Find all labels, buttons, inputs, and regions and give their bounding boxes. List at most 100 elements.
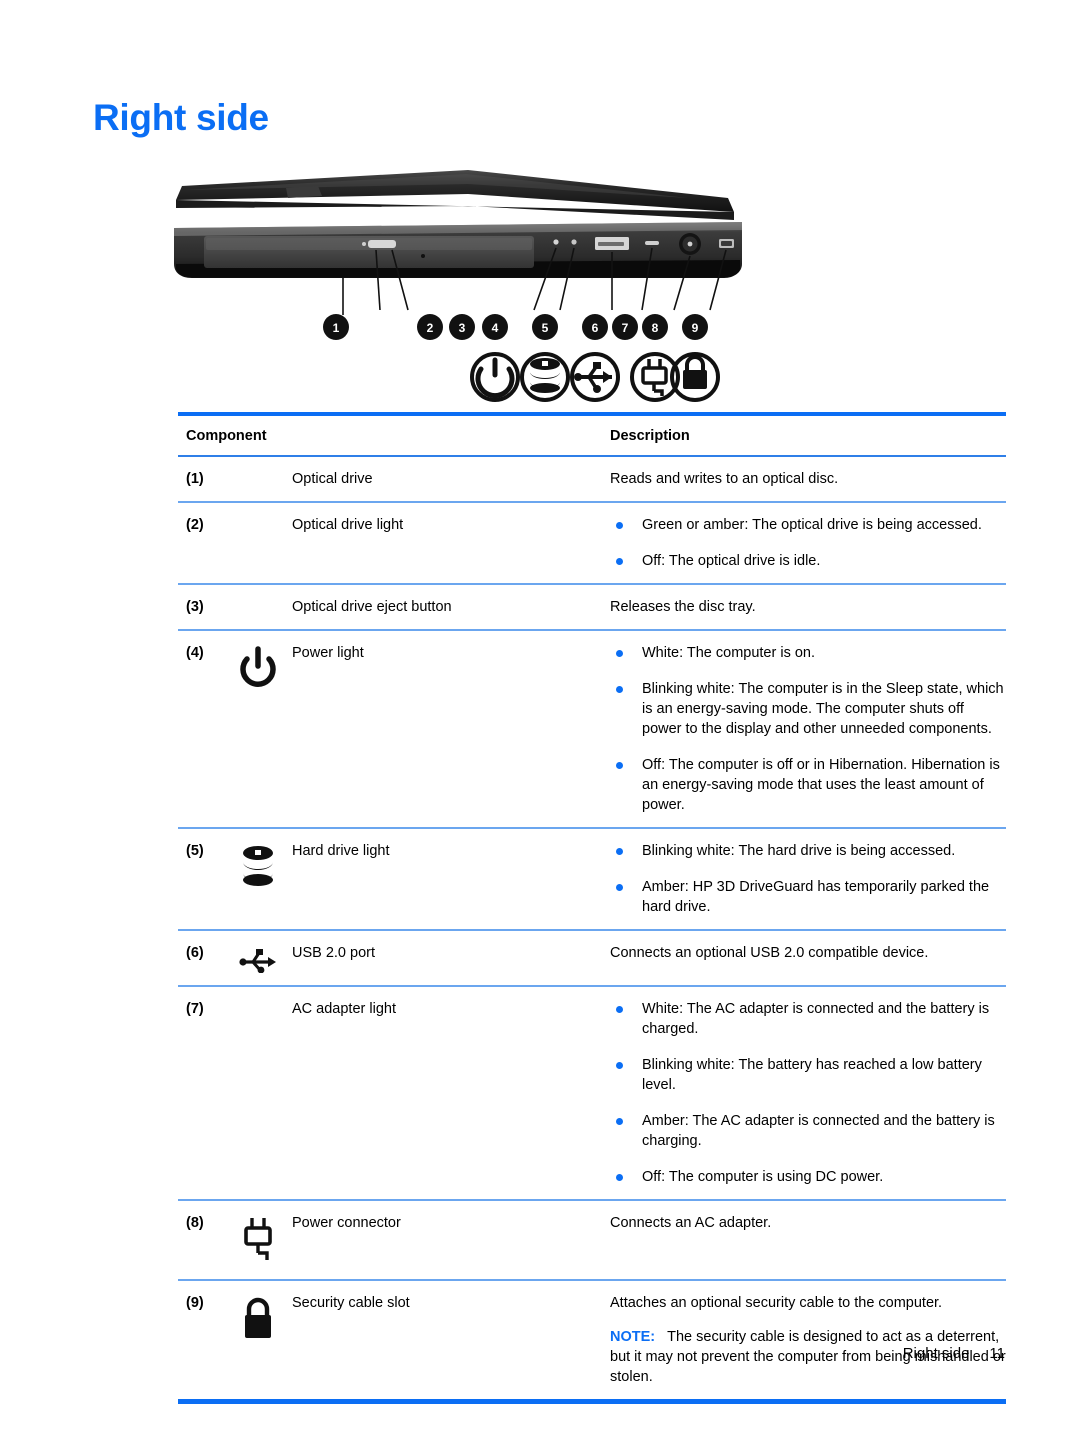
power-icon [240, 646, 276, 687]
component-description: Releases the disc tray. [610, 599, 756, 615]
document-page: Right side 1 2 3 4 5 6 7 8 9 Component D… [0, 0, 1080, 1437]
table-row: (1) Optical drive Reads and writes to an… [178, 457, 1006, 501]
component-name: Hard drive light [292, 843, 390, 859]
bullet-dot-icon [616, 1006, 623, 1013]
bullet-item: Amber: The AC adapter is connected and t… [610, 1111, 1006, 1151]
component-name: AC adapter light [292, 1001, 396, 1017]
svg-text:1: 1 [333, 321, 340, 335]
description-bullet-list: Green or amber: The optical drive is bei… [610, 515, 1006, 571]
component-name: Optical drive eject button [292, 599, 452, 615]
row-icon [224, 841, 292, 891]
svg-text:9: 9 [692, 321, 699, 335]
description-bullet-list: White: The computer is on. Blinking whit… [610, 643, 1006, 815]
footer-page-number: 11 [989, 1345, 1005, 1362]
row-number: (9) [186, 1295, 204, 1311]
table-bottom-rule [178, 1399, 1006, 1404]
component-description: Blinking white: The hard drive is being … [610, 841, 1006, 917]
page-footer: Right side 11 [0, 1345, 1005, 1362]
components-table: Component Description (1) Optical drive … [178, 412, 1006, 1404]
laptop-right-side-illustration: 1 2 3 4 5 6 7 8 9 [168, 160, 748, 410]
row-icon [224, 1293, 292, 1347]
row-icon [224, 1213, 292, 1267]
bullet-dot-icon [616, 650, 623, 657]
table-header-row: Component Description [178, 416, 1006, 455]
bullet-text: Blinking white: The computer is in the S… [642, 681, 1004, 737]
bullet-text: Amber: The AC adapter is connected and t… [642, 1113, 995, 1149]
row-number: (6) [186, 945, 204, 961]
row-icon [224, 999, 292, 1001]
bullet-dot-icon [616, 884, 623, 891]
bullet-dot-icon [616, 558, 623, 565]
row-icon [224, 469, 292, 471]
laptop-photo-svg: 1 2 3 4 5 6 7 8 9 [174, 170, 742, 402]
row-icon [224, 643, 292, 693]
bullet-text: Amber: HP 3D DriveGuard has temporarily … [642, 879, 990, 915]
svg-text:8: 8 [652, 321, 659, 335]
table-row: (5) Hard drive light Blinking white: The… [178, 829, 1006, 929]
row-icon [224, 597, 292, 599]
bullet-item: Amber: HP 3D DriveGuard has temporarily … [610, 877, 1006, 917]
svg-text:6: 6 [592, 321, 599, 335]
component-name: Optical drive [292, 471, 373, 487]
component-name: Power light [292, 645, 364, 661]
bullet-dot-icon [616, 522, 623, 529]
column-header-component: Component [186, 428, 267, 444]
bullet-item: Green or amber: The optical drive is bei… [610, 515, 1006, 535]
table-row: (6) USB 2.0 port Connects an optional US… [178, 931, 1006, 985]
column-header-description: Description [610, 428, 690, 444]
component-description: Connects an AC adapter. [610, 1215, 772, 1231]
table-row: (7) AC adapter light White: The AC adapt… [178, 987, 1006, 1199]
hard-drive-icon-legend [520, 352, 570, 402]
svg-text:4: 4 [492, 321, 499, 335]
bullet-dot-icon [616, 848, 623, 855]
bullet-text: White: The computer is on. [642, 645, 816, 661]
component-name: Optical drive light [292, 517, 404, 533]
svg-text:7: 7 [622, 321, 629, 335]
power-icon-legend [470, 352, 520, 402]
component-description: White: The AC adapter is connected and t… [610, 999, 1006, 1187]
table-row: (3) Optical drive eject button Releases … [178, 585, 1006, 629]
power-connector-icon [244, 1218, 272, 1260]
page-title: Right side [93, 97, 269, 138]
row-number: (2) [186, 517, 204, 533]
bullet-dot-icon [616, 1062, 623, 1069]
component-name: Power connector [292, 1215, 401, 1231]
bullet-item: Blinking white: The hard drive is being … [610, 841, 1006, 861]
bullet-item: Blinking white: The battery has reached … [610, 1055, 1006, 1095]
lock-icon [245, 1297, 271, 1338]
svg-text:2: 2 [427, 321, 434, 335]
svg-text:3: 3 [459, 321, 466, 335]
row-number: (5) [186, 843, 204, 859]
bullet-text: Off: The optical drive is idle. [642, 553, 821, 569]
component-description: Connects an optional USB 2.0 compatible … [610, 945, 929, 961]
row-number: (7) [186, 1001, 204, 1017]
bullet-item: Off: The optical drive is idle. [610, 551, 1006, 571]
component-description: Attaches an optional security cable to t… [610, 1293, 1006, 1387]
bullet-text: White: The AC adapter is connected and t… [642, 1001, 990, 1037]
component-name: Security cable slot [292, 1295, 410, 1311]
hard-drive-icon [243, 846, 273, 886]
row-icon [224, 943, 292, 973]
note-label: NOTE: [610, 1329, 656, 1345]
component-description: Green or amber: The optical drive is bei… [610, 515, 1006, 571]
table-row: (4) Power light White: The computer is o… [178, 631, 1006, 827]
bullet-item: White: The AC adapter is connected and t… [610, 999, 1006, 1039]
bullet-item: Off: The computer is using DC power. [610, 1167, 1006, 1187]
bullet-text: Green or amber: The optical drive is bei… [642, 517, 982, 533]
component-description: White: The computer is on. Blinking whit… [610, 643, 1006, 815]
row-number: (3) [186, 599, 204, 615]
table-row: (9) Security cable slot Attaches an opti… [178, 1281, 1006, 1399]
usb-icon [239, 949, 276, 973]
description-text: Attaches an optional security cable to t… [610, 1295, 943, 1311]
bullet-dot-icon [616, 1174, 623, 1181]
bullet-dot-icon [616, 762, 623, 769]
component-description: Reads and writes to an optical disc. [610, 471, 839, 487]
svg-text:5: 5 [542, 321, 549, 335]
bullet-text: Blinking white: The hard drive is being … [642, 843, 956, 859]
bullet-item: Off: The computer is off or in Hibernati… [610, 755, 1006, 815]
bullet-text: Blinking white: The battery has reached … [642, 1057, 982, 1093]
footer-section-label: Right side [902, 1345, 970, 1362]
bullet-item: Blinking white: The computer is in the S… [610, 679, 1006, 739]
table-row: (8) Power connector Connects an AC adapt… [178, 1201, 1006, 1279]
row-number: (8) [186, 1215, 204, 1231]
